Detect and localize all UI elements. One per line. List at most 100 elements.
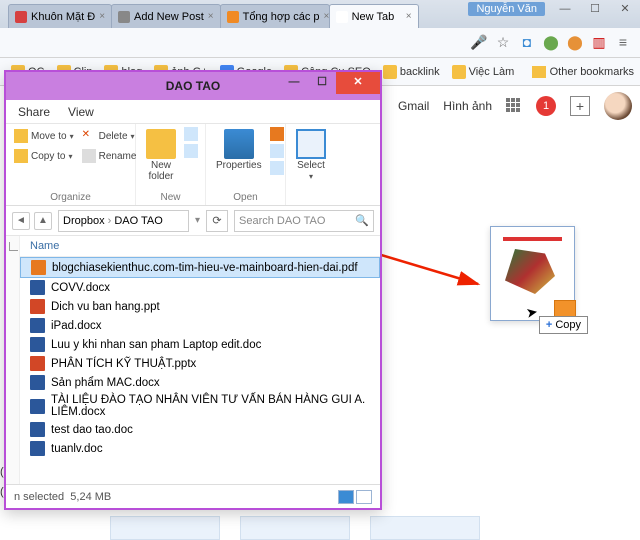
browser-toolbar: 🎤 ☆ ◘ ⬤ ⬤ ▥ ≡ — [0, 28, 640, 58]
ppt-file-icon — [30, 356, 45, 371]
gmail-link[interactable]: Gmail — [398, 99, 429, 113]
file-row[interactable]: PHÂN TÍCH KỸ THUẬT.pptx — [20, 354, 380, 373]
tab-label: Khuôn Mặt Đ — [31, 11, 95, 23]
view-icons[interactable] — [356, 490, 372, 504]
docx-file-icon — [30, 399, 45, 414]
ext4-icon[interactable]: ▥ — [590, 34, 608, 52]
file-row[interactable]: Dich vu ban hang.ppt — [20, 297, 380, 316]
docx-file-icon — [30, 280, 45, 295]
file-name: blogchiasekienthuc.com-tim-hieu-ve-mainb… — [52, 262, 358, 274]
nav-pane[interactable] — [6, 236, 20, 484]
browser-titlebar: Khuôn Mặt Đ×Add New Post×Tổng hợp các p×… — [0, 0, 640, 28]
view-details[interactable] — [338, 490, 354, 504]
nav-up[interactable]: ▲ — [34, 212, 52, 230]
close-tab-icon[interactable]: × — [99, 11, 105, 22]
delete-icon: ✕ — [82, 129, 96, 143]
ext3-icon[interactable]: ⬤ — [566, 34, 584, 52]
explorer-titlebar[interactable]: DAO TAO — ☐ ✕ — [6, 72, 380, 100]
search-input[interactable]: Search DAO TAO 🔍 — [234, 210, 374, 232]
close-tab-icon[interactable]: × — [208, 11, 214, 22]
file-row[interactable]: iPad.docx — [20, 316, 380, 335]
explorer-close[interactable]: ✕ — [336, 72, 380, 94]
file-row[interactable]: Sản phẩm MAC.docx — [20, 373, 380, 392]
open-icon[interactable] — [270, 127, 284, 141]
explorer-menu: Share View — [6, 100, 380, 124]
favicon-icon — [118, 11, 130, 23]
rename-button[interactable]: Rename — [80, 147, 139, 165]
delete-button[interactable]: ✕Delete▾ — [80, 127, 139, 145]
favicon-icon — [15, 11, 27, 23]
properties-icon — [224, 129, 254, 159]
file-row[interactable]: TÀI LIỆU ĐÀO TẠO NHÂN VIÊN TƯ VẤN BÁN HÀ… — [20, 392, 380, 420]
star-icon[interactable]: ☆ — [494, 34, 512, 52]
ext2-icon[interactable]: ⬤ — [542, 34, 560, 52]
history-icon[interactable] — [270, 161, 284, 175]
new-item-icon[interactable] — [184, 127, 198, 141]
breadcrumb[interactable]: Dropbox DAO TAO — [58, 210, 189, 232]
file-name: iPad.docx — [51, 320, 102, 332]
bookmark-icon — [383, 65, 397, 79]
window-title: DAO TAO — [166, 79, 220, 93]
window-close[interactable]: ✕ — [610, 0, 640, 20]
ribbon: Move to▾ Copy to▾ ✕Delete▾ Rename Organi… — [6, 124, 380, 206]
mic-icon[interactable]: 🎤 — [470, 34, 488, 52]
browser-tab[interactable]: Add New Post× — [111, 4, 221, 28]
ext1-icon[interactable]: ◘ — [518, 34, 536, 52]
docx-file-icon — [30, 318, 45, 333]
window-minimize[interactable]: — — [550, 0, 580, 20]
browser-tab[interactable]: Khuôn Mặt Đ × — [8, 4, 112, 28]
file-name: Luu y khi nhan san pham Laptop edit.doc — [51, 339, 261, 351]
images-link[interactable]: Hình ảnh — [443, 99, 492, 113]
avatar[interactable] — [604, 92, 632, 120]
status-bar: n selected 5,24 MB — [6, 484, 380, 508]
file-row[interactable]: test dao tao.doc — [20, 420, 380, 439]
chrome-user-badge[interactable]: Nguyễn Văn — [468, 2, 545, 16]
other-bookmarks[interactable]: Other bookmarks — [532, 66, 634, 78]
share-button[interactable]: + — [570, 96, 590, 116]
explorer-minimize[interactable]: — — [280, 72, 308, 94]
browser-tab[interactable]: New Tab × — [329, 4, 419, 28]
path-dropdown-icon[interactable]: ▾ — [195, 215, 200, 226]
file-name: Dich vu ban hang.ppt — [51, 301, 160, 313]
refresh-button[interactable]: ⟳ — [206, 210, 228, 232]
explorer-maximize[interactable]: ☐ — [308, 72, 336, 94]
menu-icon[interactable]: ≡ — [614, 34, 632, 52]
tab-label: New Tab — [352, 11, 395, 23]
column-header-name[interactable]: Name — [20, 236, 380, 257]
properties-button[interactable]: Properties — [212, 127, 266, 173]
file-list[interactable]: Name blogchiasekienthuc.com-tim-hieu-ve-… — [20, 236, 380, 484]
move-to-button[interactable]: Move to▾ — [12, 127, 76, 145]
file-name: COVV.docx — [51, 282, 110, 294]
browser-tab[interactable]: Tổng hợp các p× — [220, 4, 330, 28]
window-maximize[interactable]: ☐ — [580, 0, 610, 20]
notifications-badge[interactable]: 1 — [536, 96, 556, 116]
annotation-arrow — [378, 252, 488, 292]
select-icon — [296, 129, 326, 159]
nav-back[interactable]: ◄ — [12, 212, 30, 230]
copy-to-button[interactable]: Copy to▾ — [12, 147, 76, 165]
file-name: Sản phẩm MAC.docx — [51, 377, 160, 389]
file-name: TÀI LIỆU ĐÀO TẠO NHÂN VIÊN TƯ VẤN BÁN HÀ… — [51, 394, 370, 418]
new-shortcut-icon[interactable] — [184, 144, 198, 158]
bookmark-item[interactable]: backlink — [378, 63, 445, 81]
file-row[interactable]: tuanlv.doc — [20, 439, 380, 458]
edit-icon[interactable] — [270, 144, 284, 158]
search-icon: 🔍 — [355, 214, 369, 227]
favicon-icon — [227, 11, 239, 23]
ppt-file-icon — [30, 299, 45, 314]
docx-file-icon — [30, 375, 45, 390]
new-folder-button[interactable]: New folder — [142, 127, 180, 184]
menu-view[interactable]: View — [68, 105, 94, 119]
close-tab-icon[interactable]: × — [406, 11, 412, 22]
pdf-file-icon — [31, 260, 46, 275]
rename-icon — [82, 149, 96, 163]
apps-icon[interactable] — [506, 98, 522, 114]
bookmark-item[interactable]: Việc Làm — [447, 63, 520, 81]
file-row[interactable]: blogchiasekienthuc.com-tim-hieu-ve-mainb… — [20, 257, 380, 278]
select-button[interactable]: Select▾ — [292, 127, 330, 183]
file-row[interactable]: Luu y khi nhan san pham Laptop edit.doc — [20, 335, 380, 354]
file-name: PHÂN TÍCH KỸ THUẬT.pptx — [51, 358, 196, 370]
menu-share[interactable]: Share — [18, 105, 50, 119]
file-row[interactable]: COVV.docx — [20, 278, 380, 297]
doc-file-icon — [30, 337, 45, 352]
